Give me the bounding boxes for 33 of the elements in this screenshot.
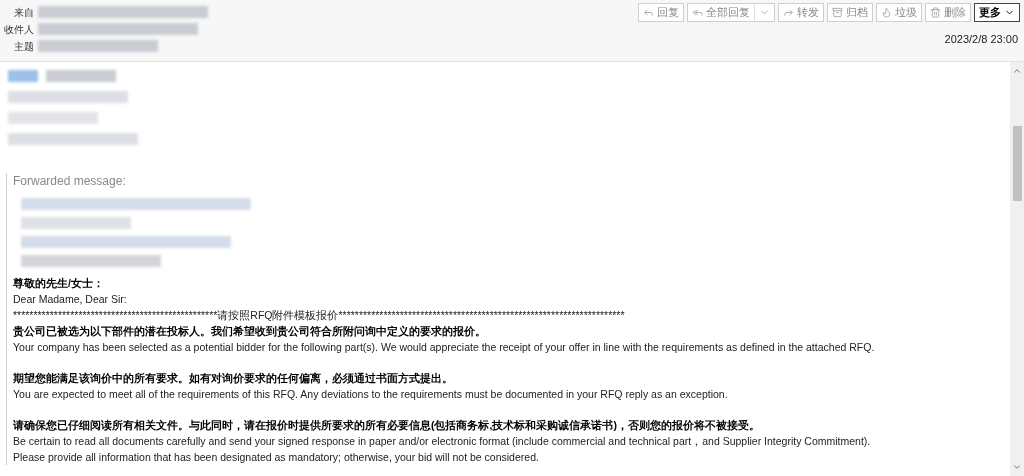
field-label: 主题 <box>13 39 34 54</box>
scrollbar[interactable] <box>1010 62 1024 476</box>
forward-icon <box>783 7 794 18</box>
message-date: 2023/2/8 23:00 <box>944 32 1019 47</box>
body-text-line: Your company has been selected as a potential bidder for the following part(s). We would appreciate the receipt of your offer in line with the requirements as defined in the attached RFQ. <box>13 340 876 355</box>
scroll-down-icon[interactable] <box>1012 462 1022 472</box>
body-text-line: **************************************************请按照RFQ附件模板报价********************************************************************** <box>13 308 626 323</box>
forwarded-label: Forwarded message: <box>13 173 127 190</box>
redacted-block <box>8 70 38 82</box>
toolbar-button[interactable]: 归档 <box>828 4 872 21</box>
toolbar-button[interactable]: 转发 <box>779 4 823 21</box>
reply-all-icon <box>692 7 703 18</box>
redacted-block <box>46 70 116 82</box>
body-text-line: 尊敬的先生/女士： <box>13 276 105 291</box>
trash-icon <box>930 7 941 18</box>
scroll-up-icon[interactable] <box>1012 66 1022 76</box>
flame-icon <box>881 7 892 18</box>
body-text-line: You are expected to meet all of the requirements of this RFQ. Any deviations to the requirements must be documented in your RFQ reply as an exception. <box>13 387 729 402</box>
more-menu-button[interactable]: 更多 <box>975 4 1019 21</box>
archive-icon <box>832 7 843 18</box>
body-text-line: 期望您能满足该询价中的所有要求。如有对询价要求的任何偏离，必须通过书面方式提出。 <box>13 371 454 386</box>
toolbar-button[interactable]: 回复 <box>639 4 683 21</box>
field-label: 来自 <box>13 5 34 20</box>
body-text-line: 请确保您已仔细阅读所有相关文件。与此同时，请在报价时提供所要求的所有必要信息(包括商务标,技术标和采购诚信承诺书)，否则您的报价将不被接受。 <box>13 418 761 433</box>
toolbar-button[interactable]: 垃圾 <box>877 4 921 21</box>
body-text-line: Dear Madame, Dear Sir: <box>13 292 128 307</box>
toolbar-button[interactable]: 删除 <box>926 4 970 21</box>
body-text-line: 贵公司已被选为以下部件的潜在投标人。我们希望收到贵公司符合所附问询中定义的要求的报价。 <box>13 324 487 339</box>
field-label: 收件人 <box>3 22 34 37</box>
body-text-line: Be certain to read all documents carefully and send your signed response in paper and/or electronic format (include commercial and technical part，and Supplier Integrity Commitment). <box>13 434 872 449</box>
reply-icon <box>643 7 654 18</box>
scrollbar-thumb[interactable] <box>1012 126 1022 201</box>
body-text-line: Please provide all information that has been designated as mandatory; otherwise, your bid will not be considered. <box>13 450 540 465</box>
